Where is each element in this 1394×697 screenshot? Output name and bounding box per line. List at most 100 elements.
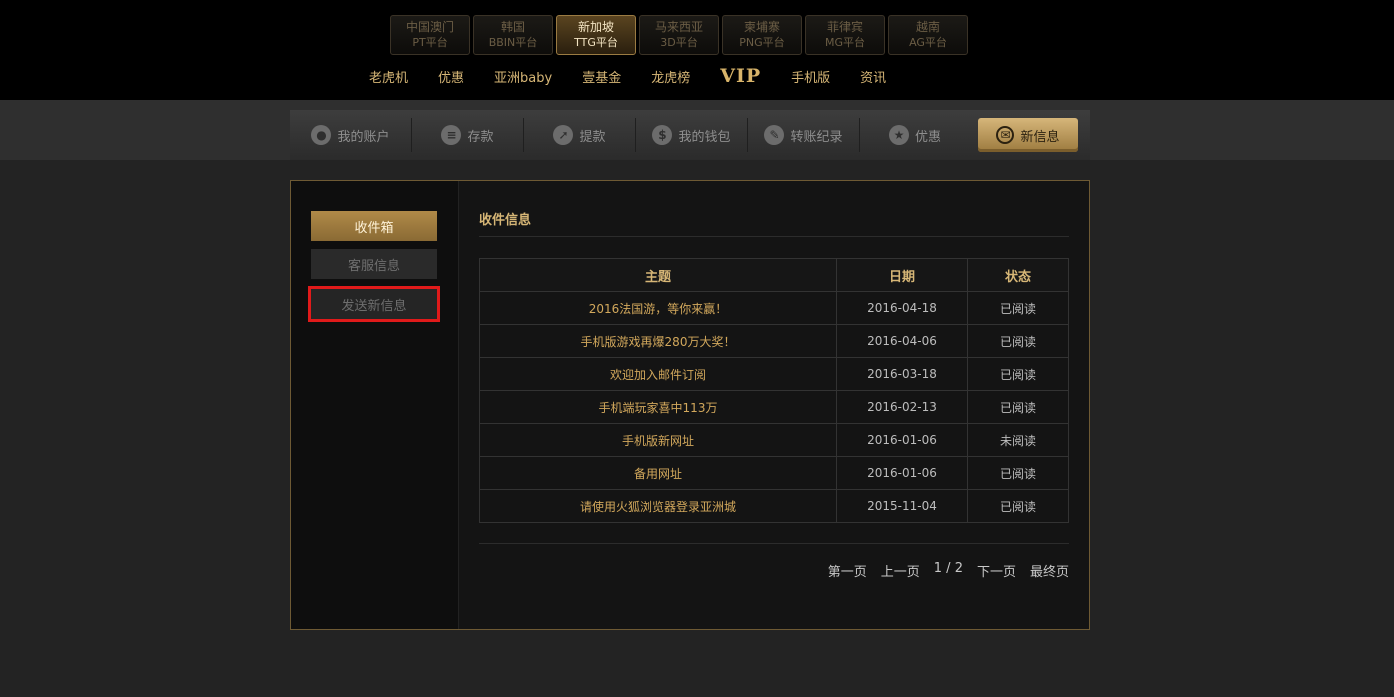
column-header-date: 日期 [836,258,968,292]
message-subject[interactable]: 手机端玩家喜中113万 [479,390,837,424]
prev-page-link[interactable]: 上一页 [881,561,920,580]
account-menu-withdraw[interactable]: ➚ 提款 [524,118,636,152]
nav-promotions[interactable]: 优惠 [438,67,464,86]
platform-sub: TTG平台 [574,36,618,49]
platform-sub: AG平台 [909,36,947,49]
message-subject[interactable]: 2016法国游，等你来赢！ [479,291,837,325]
message-subject[interactable]: 请使用火狐浏览器登录亚洲城 [479,489,837,523]
messages-table: 主题 日期 状态 2016法国游，等你来赢！ 2016-04-18 已阅读 手机… [479,258,1069,523]
message-date: 2016-03-18 [836,357,968,391]
message-status: 已阅读 [967,324,1069,358]
table-row[interactable]: 手机端玩家喜中113万 2016-02-13 已阅读 [479,390,1069,424]
platform-tab-singapore[interactable]: 新加坡 TTG平台 [556,15,636,55]
message-date: 2016-01-06 [836,423,968,457]
platform-sub: BBIN平台 [488,36,538,49]
nav-charity[interactable]: 壹基金 [582,67,621,86]
coins-icon: ≡ [441,125,462,145]
message-date: 2015-11-04 [836,489,968,523]
table-row[interactable]: 手机版新网址 2016-01-06 未阅读 [479,423,1069,457]
message-subject[interactable]: 手机版游戏再爆280万大奖！ [479,324,837,358]
divider [479,543,1069,544]
platform-tab-vietnam[interactable]: 越南 AG平台 [888,15,968,55]
account-menu-label: 我的账户 [337,129,390,145]
platform-tab-malaysia[interactable]: 马来西亚 3D平台 [639,15,719,55]
table-row[interactable]: 备用网址 2016-01-06 已阅读 [479,456,1069,490]
nav-slots[interactable]: 老虎机 [369,67,408,86]
platform-tab-cambodia[interactable]: 柬埔寨 PNG平台 [722,15,802,55]
platform-sub: PT平台 [412,36,448,49]
platform-sub: MG平台 [824,36,865,49]
message-subject[interactable]: 备用网址 [479,456,837,490]
account-menu-label: 存款 [467,129,494,145]
table-row[interactable]: 2016法国游，等你来赢！ 2016-04-18 已阅读 [479,291,1069,325]
platform-name: 柬埔寨 [743,20,780,34]
message-subject[interactable]: 欢迎加入邮件订阅 [479,357,837,391]
nav-news[interactable]: 资讯 [860,67,886,86]
account-menu-label: 提款 [579,129,606,145]
message-date: 2016-04-06 [836,324,968,358]
nav-leaderboard[interactable]: 龙虎榜 [651,67,690,86]
platform-name: 韩国 [500,20,525,34]
message-status: 已阅读 [967,291,1069,325]
main-nav: 老虎机 优惠 亚洲baby 壹基金 龙虎榜 VIP 手机版 资讯 [369,62,916,90]
message-status: 已阅读 [967,489,1069,523]
message-date: 2016-04-18 [836,291,968,325]
account-menu-label: 我的钱包 [678,129,731,145]
message-status: 已阅读 [967,390,1069,424]
table-header-row: 主题 日期 状态 [479,258,1069,292]
nav-mobile[interactable]: 手机版 [791,67,830,86]
service-messages-button[interactable]: 客服信息 [311,249,437,279]
account-menu-label: 优惠 [914,129,941,145]
message-subject[interactable]: 手机版新网址 [479,423,837,457]
inbox-button[interactable]: 收件箱 [311,211,437,241]
first-page-link[interactable]: 第一页 [828,561,867,580]
platform-tabs: 中国澳门 PT平台 韩国 BBIN平台 新加坡 TTG平台 马来西亚 3D平台 … [390,15,968,55]
platform-tab-korea[interactable]: 韩国 BBIN平台 [473,15,553,55]
platform-name: 中国澳门 [405,20,454,34]
column-header-subject: 主题 [479,258,837,292]
account-menu-deposit[interactable]: ≡ 存款 [412,118,524,152]
messages-panel: 收件箱 客服信息 发送新信息 收件信息 主题 日期 状态 2016法国游，等你来… [290,180,1090,630]
star-icon: ★ [888,125,909,145]
account-menu: ● 我的账户 ≡ 存款 ➚ 提款 $ 我的钱包 ✎ 转账纪录 ★ 优惠 ✉ 新信… [290,110,1090,160]
message-date: 2016-01-06 [836,456,968,490]
platform-name: 马来西亚 [654,20,703,34]
message-date: 2016-02-13 [836,390,968,424]
platform-name: 菲律宾 [826,20,863,34]
platform-name: 越南 [915,20,940,34]
platform-tab-philippines[interactable]: 菲律宾 MG平台 [805,15,885,55]
table-row[interactable]: 欢迎加入邮件订阅 2016-03-18 已阅读 [479,357,1069,391]
account-menu-wallet[interactable]: $ 我的钱包 [636,118,748,152]
withdraw-arrow-icon: ➚ [553,125,574,145]
messages-sidebar: 收件箱 客服信息 发送新信息 [291,181,459,629]
table-row[interactable]: 手机版游戏再爆280万大奖！ 2016-04-06 已阅读 [479,324,1069,358]
account-menu-transfer-history[interactable]: ✎ 转账纪录 [748,118,860,152]
account-menu-messages[interactable]: ✉ 新信息 [978,118,1078,152]
table-row[interactable]: 请使用火狐浏览器登录亚洲城 2015-11-04 已阅读 [479,489,1069,523]
next-page-link[interactable]: 下一页 [977,561,1016,580]
dollar-icon: $ [652,125,673,145]
platform-sub: PNG平台 [739,36,785,49]
platform-tab-macau[interactable]: 中国澳门 PT平台 [390,15,470,55]
account-menu-my-account[interactable]: ● 我的账户 [290,118,412,152]
nav-vip[interactable]: VIP [720,65,761,87]
platform-name: 新加坡 [577,20,614,34]
message-status: 已阅读 [967,456,1069,490]
account-menu-promotions[interactable]: ★ 优惠 [860,118,970,152]
message-status: 已阅读 [967,357,1069,391]
message-status: 未阅读 [967,423,1069,457]
send-new-message-button[interactable]: 发送新信息 [308,286,440,322]
envelope-icon: ✉ [996,126,1015,144]
last-page-link[interactable]: 最终页 [1030,561,1069,580]
site-header: 中国澳门 PT平台 韩国 BBIN平台 新加坡 TTG平台 马来西亚 3D平台 … [0,0,1394,100]
page-indicator: 1 / 2 [933,561,963,576]
user-icon: ● [311,125,332,145]
pencil-icon: ✎ [764,125,785,145]
account-menu-label: 新信息 [1020,129,1060,145]
platform-sub: 3D平台 [660,36,698,49]
column-header-status: 状态 [967,258,1069,292]
nav-asia-baby[interactable]: 亚洲baby [494,67,552,86]
page-title: 收件信息 [479,209,1069,237]
account-menu-label: 转账纪录 [790,129,843,145]
pagination: 第一页 上一页 1 / 2 下一页 最终页 [828,561,1069,580]
